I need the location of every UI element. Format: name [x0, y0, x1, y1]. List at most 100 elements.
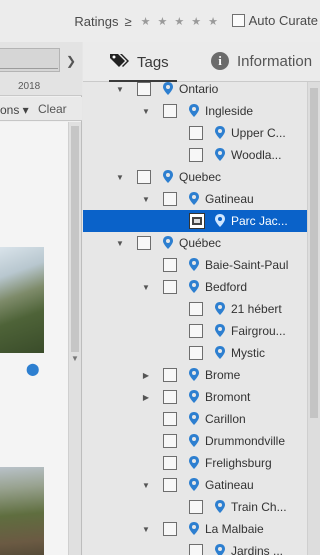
tree-scrollbar[interactable]: [307, 82, 320, 555]
keyword-checkbox[interactable]: [163, 104, 177, 118]
clear-button[interactable]: Clear: [38, 102, 67, 116]
tree-row[interactable]: ▼ Ontario: [83, 78, 307, 100]
chevron-down-icon[interactable]: ▼: [115, 173, 125, 182]
keyword-checkbox[interactable]: [189, 544, 203, 555]
keyword-checkbox[interactable]: [189, 324, 203, 338]
map-pin-icon: [163, 170, 173, 186]
keyword-checkbox[interactable]: [189, 126, 203, 140]
chevron-down-icon[interactable]: ▼: [141, 107, 151, 116]
auto-curate-toggle[interactable]: Auto Curate: [231, 13, 318, 28]
keyword-label: La Malbaie: [205, 522, 264, 536]
keyword-checkbox[interactable]: [163, 478, 177, 492]
tree-row[interactable]: ▶ Bromont: [83, 386, 307, 408]
chevron-down-icon[interactable]: ▼: [115, 85, 125, 94]
tree-row[interactable]: Woodla...: [83, 144, 307, 166]
timeline[interactable]: 2018 ❯: [0, 42, 82, 96]
keyword-label: Baie-Saint-Paul: [205, 258, 289, 272]
keyword-checkbox[interactable]: [137, 82, 151, 96]
keyword-checkbox[interactable]: [189, 346, 203, 360]
tree-row[interactable]: ▶ Brome: [83, 364, 307, 386]
ratings-operator[interactable]: ≥: [124, 14, 131, 29]
panel-tabs: Tags i Information: [83, 42, 320, 82]
keyword-label: Mystic: [231, 346, 265, 360]
keyword-label: Frelighsburg: [205, 456, 272, 470]
tree-row[interactable]: ▼ Gatineau: [83, 474, 307, 496]
tab-information-label: Information: [237, 52, 313, 70]
keyword-checkbox[interactable]: [189, 302, 203, 316]
keyword-label: Jardins ...: [231, 544, 284, 555]
keyword-checkbox[interactable]: [163, 280, 177, 294]
map-pin-icon: ⬤: [26, 362, 40, 376]
map-pin-icon: [215, 500, 225, 516]
tree-row[interactable]: ▼ Quebec: [83, 166, 307, 188]
chevron-right-icon[interactable]: ▶: [141, 393, 151, 402]
keyword-checkbox[interactable]: [189, 148, 203, 162]
keyword-checkbox[interactable]: [163, 390, 177, 404]
map-pin-icon: [215, 148, 225, 164]
grid-scrollbar[interactable]: ▼: [68, 122, 81, 555]
tree-row[interactable]: Mystic: [83, 342, 307, 364]
keyword-checkbox[interactable]: [189, 213, 205, 229]
tree-row[interactable]: ▼ Ingleside: [83, 100, 307, 122]
tab-tags[interactable]: Tags: [109, 52, 177, 82]
keyword-checkbox[interactable]: [137, 170, 151, 184]
chevron-down-icon[interactable]: ▼: [141, 195, 151, 204]
tree-row[interactable]: ▼ La Malbaie: [83, 518, 307, 540]
tree-row[interactable]: Baie-Saint-Paul: [83, 254, 307, 276]
keyword-checkbox[interactable]: [163, 368, 177, 382]
timeline-ticks: [0, 68, 58, 72]
star-icon[interactable]: ★: [208, 15, 218, 28]
tags-panel: Tags i Information ▼ Ontario ▼ Ingleside Upp…: [83, 42, 320, 555]
keyword-label: Ontario: [179, 82, 219, 96]
keyword-label: Brome: [205, 368, 241, 382]
star-icon[interactable]: ★: [191, 15, 201, 28]
ratings-filter: Ratings ≥ ★ ★ ★ ★ ★: [74, 14, 218, 29]
keyword-checkbox[interactable]: [163, 456, 177, 470]
tree-row[interactable]: 21 hébert: [83, 298, 307, 320]
chevron-right-icon[interactable]: ❯: [66, 54, 76, 68]
scrollbar-thumb[interactable]: [310, 88, 318, 418]
chevron-down-icon[interactable]: ▼: [141, 283, 151, 292]
tree-row[interactable]: Jardins ...: [83, 540, 307, 555]
chevron-down-icon[interactable]: ▼: [115, 239, 125, 248]
keyword-checkbox[interactable]: [137, 236, 151, 250]
tree-row[interactable]: ▼ Gatineau: [83, 188, 307, 210]
keyword-label: Parc Jac...: [231, 214, 288, 228]
tree-row[interactable]: ▼ Québec: [83, 232, 307, 254]
chevron-down-icon[interactable]: ▼: [141, 525, 151, 534]
keyword-checkbox[interactable]: [163, 434, 177, 448]
keyword-checkbox[interactable]: [163, 412, 177, 426]
top-bar: Ratings ≥ ★ ★ ★ ★ ★ Auto Curate: [0, 0, 320, 42]
info-icon: i: [211, 52, 229, 70]
chevron-down-icon[interactable]: ▼: [141, 481, 151, 490]
keyword-checkbox[interactable]: [163, 522, 177, 536]
map-pin-icon: [215, 302, 225, 318]
photo-thumbnail[interactable]: [0, 247, 44, 353]
tree-row[interactable]: Fairgrou...: [83, 320, 307, 342]
photo-thumbnail[interactable]: [0, 467, 44, 555]
ratings-label: Ratings: [74, 14, 119, 29]
chevron-down-icon[interactable]: ▼: [71, 354, 79, 363]
keyword-label: 21 hébert: [231, 302, 282, 316]
keyword-checkbox[interactable]: [189, 500, 203, 514]
tree-row[interactable]: Parc Jac...: [83, 210, 307, 232]
tab-information[interactable]: i Information: [211, 52, 312, 70]
tree-row[interactable]: Upper C...: [83, 122, 307, 144]
keyword-checkbox[interactable]: [163, 192, 177, 206]
tree-row[interactable]: Frelighsburg: [83, 452, 307, 474]
options-dropdown[interactable]: ons ▾: [0, 103, 29, 117]
map-pin-icon: [189, 192, 199, 208]
star-icon[interactable]: ★: [158, 15, 168, 28]
tree-row[interactable]: Drummondville: [83, 430, 307, 452]
star-icon[interactable]: ★: [141, 15, 151, 28]
tree-row[interactable]: Train Ch...: [83, 496, 307, 518]
tree-row[interactable]: ▼ Bedford: [83, 276, 307, 298]
tree-row[interactable]: Carillon: [83, 408, 307, 430]
auto-curate-checkbox[interactable]: [231, 14, 245, 27]
chevron-right-icon[interactable]: ▶: [141, 371, 151, 380]
scrollbar-thumb[interactable]: [71, 126, 79, 352]
star-icon[interactable]: ★: [174, 15, 184, 28]
keyword-label: Train Ch...: [231, 500, 287, 514]
tab-tags-label: Tags: [137, 53, 169, 71]
keyword-checkbox[interactable]: [163, 258, 177, 272]
